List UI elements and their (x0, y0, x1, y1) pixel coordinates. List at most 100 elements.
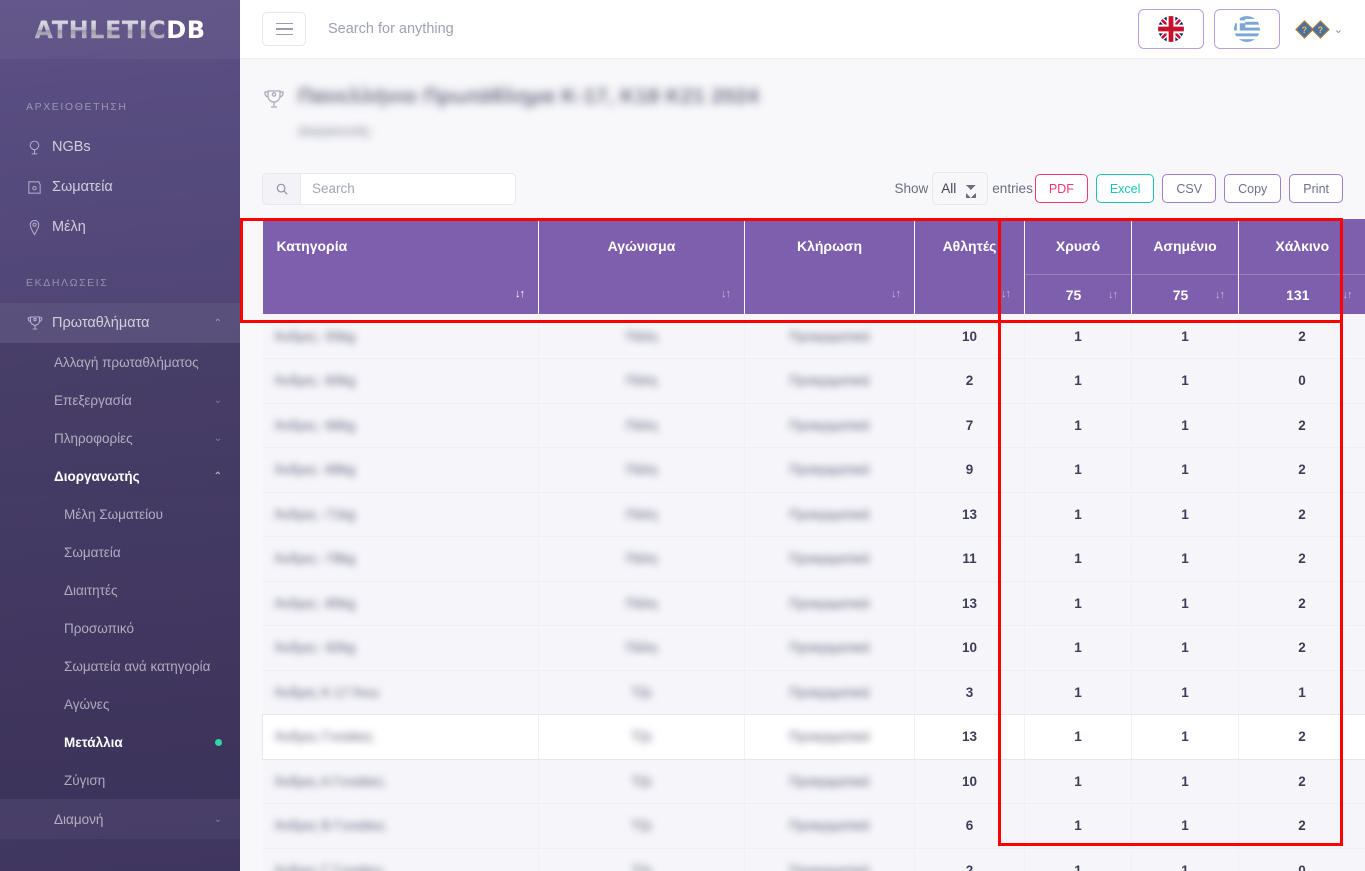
sidebar-item-epexergasia[interactable]: Επεξεργασία ⌄ (0, 381, 240, 419)
cell-agonisma-text: Τζο (631, 684, 652, 700)
sidebar-item-allagi-protathlimatos[interactable]: Αλλαγή πρωταθλήματος (0, 343, 240, 381)
cell-asimenio: 1 (1131, 848, 1239, 871)
sidebar-item-meli-somateiou[interactable]: Μέλη Σωματείου (0, 495, 240, 533)
app-root: ATHLETICDB ΑΡΧΕΙΟΘΕΤΗΣΗ NGBs Σωματεία Μέ… (0, 0, 1365, 871)
sidebar-item-plirofories[interactable]: Πληροφορίες ⌄ (0, 419, 240, 457)
col-total-value: 131 (1286, 286, 1310, 303)
global-search-input[interactable] (328, 21, 1128, 37)
sidebar-item-somateia-ana-katigoria[interactable]: Σωματεία ανά κατηγορία (0, 647, 240, 685)
table-row[interactable]: Άνδρες -92kg Πάλη Προκριματικά 10 1 1 2 (262, 625, 1365, 671)
table-row[interactable]: Άνδρες -78kg Πάλη Προκριματικά 11 1 1 2 (262, 536, 1365, 582)
cell-klirosi: Προκριματικά (744, 670, 915, 715)
table-header-row: Κατηγορία ↓↑ Αγώνισμα ↓↑ Κλήρωση ↓↑ Αθλη… (262, 219, 1365, 314)
cell-agonisma-text: Τζο (631, 862, 652, 871)
col-header-klirosi[interactable]: Κλήρωση ↓↑ (744, 219, 915, 314)
cell-klirosi-text: Προκριματικά (789, 595, 870, 611)
table-search-input[interactable] (300, 172, 516, 205)
cell-chryso: 1 (1024, 403, 1132, 448)
sidebar-item-protathlimata[interactable]: Πρωταθλήματα ⌃ (0, 303, 240, 343)
cell-klirosi-text: Προκριματικά (789, 773, 870, 789)
cell-kategoria: Άνδρες Α Γυναίκες (262, 759, 539, 804)
sidebar-item-somateia[interactable]: Σωματεία (0, 167, 240, 207)
col-header-asimenio[interactable]: Ασημένιο 75 ↓↑ (1131, 219, 1239, 314)
sort-icon[interactable]: ↓↑ (1001, 288, 1011, 300)
sidebar-item-metallia[interactable]: Μετάλλια (0, 723, 240, 761)
language-button-el[interactable] (1213, 9, 1280, 49)
user-menu[interactable]: ? ? ⌄ (1295, 19, 1343, 39)
language-button-en[interactable] (1137, 9, 1204, 49)
cell-klirosi: Προκριματικά (744, 848, 915, 871)
col-total-chalkino: 131 ↓↑ (1239, 274, 1365, 314)
toolbar-right: Show All entries PDF Excel CSV Copy Prin… (895, 172, 1343, 205)
col-header-chryso[interactable]: Χρυσό 75 ↓↑ (1024, 219, 1132, 314)
table-row[interactable]: Άνδρες -85kg Πάλη Προκριματικά 13 1 1 2 (262, 581, 1365, 626)
copy-button[interactable]: Copy (1224, 174, 1282, 203)
col-total-athlites: ↓↑ (915, 274, 1024, 314)
cell-klirosi: Προκριματικά (744, 536, 915, 582)
export-pdf-button[interactable]: PDF (1034, 174, 1088, 203)
section-label-archive: ΑΡΧΕΙΟΘΕΤΗΣΗ (26, 101, 128, 113)
table-row[interactable]: Άνδρες Κ-17 Άνω Τζο Προκριματικά 3 1 1 1 (262, 670, 1365, 715)
sort-icon[interactable]: ↓↑ (1343, 289, 1353, 301)
table-row[interactable]: Άνδρες -55kg Πάλη Προκριματικά 10 1 1 2 (262, 314, 1365, 359)
sidebar-label-metallia: Μετάλλια (64, 734, 123, 750)
cell-agonisma: Πάλη (538, 314, 745, 359)
col-header-agonisma[interactable]: Αγώνισμα ↓↑ (538, 219, 745, 314)
table-row[interactable]: Άνδρες -66kg Πάλη Προκριματικά 7 1 1 2 (262, 403, 1365, 448)
championships-submenu: Αλλαγή πρωταθλήματος Επεξεργασία ⌄ Πληρο… (0, 343, 240, 495)
table-row[interactable]: Άνδρες Β Γυναίκες Τζο Προκριματικά 6 1 1 2 (262, 803, 1365, 849)
sort-icon[interactable]: ↓↑ (1215, 289, 1225, 301)
cell-athlites: 10 (914, 759, 1025, 804)
col-header-kategoria[interactable]: Κατηγορία ↓↑ (262, 219, 539, 314)
cell-klirosi-text: Προκριματικά (789, 862, 870, 871)
sidebar-label-ngbs: NGBs (52, 139, 91, 155)
chevron-down-icon: ⌄ (213, 394, 222, 406)
sidebar-label-diorganotis: Διοργανωτής (54, 468, 140, 484)
cell-athlites: 2 (914, 848, 1025, 871)
sidebar-label-diaitites: Διαιτητές (64, 582, 118, 598)
hamburger-icon[interactable] (262, 12, 306, 46)
table-row[interactable]: Άνδρες Γυναίκες Τζο Προκριματικά 13 1 1 2 (261, 713, 1365, 760)
sort-icon[interactable]: ↓↑ (1108, 289, 1118, 301)
cell-agonisma-text: Τζο (631, 773, 652, 789)
sidebar-label-meli-somateiou: Μέλη Σωματείου (64, 506, 163, 522)
sort-icon[interactable]: ↓↑ (891, 288, 901, 300)
person-pin-icon (26, 219, 52, 236)
cell-agonisma: Πάλη (538, 492, 745, 537)
sort-icon[interactable]: ↓↑ (515, 288, 525, 300)
cell-agonisma: Πάλη (538, 447, 745, 493)
sidebar-item-somateia-2[interactable]: Σωματεία (0, 533, 240, 571)
sidebar-item-prosopiko[interactable]: Προσωπικό (0, 609, 240, 647)
table-row[interactable]: Άνδρες -60kg Πάλη Προκριματικά 2 1 1 0 (262, 358, 1365, 404)
sidebar-item-diorganotis[interactable]: Διοργανωτής ⌃ (0, 457, 240, 495)
cell-klirosi: Προκριματικά (744, 358, 915, 404)
cell-agonisma-text: Πάλη (625, 595, 658, 611)
export-excel-button[interactable]: Excel (1095, 174, 1155, 203)
table-row[interactable]: Άνδρες -71kg Πάλη Προκριματικά 13 1 1 2 (262, 492, 1365, 537)
table-row[interactable]: Άνδρες Α Γυναίκες Τζο Προκριματικά 10 1 1 2 (262, 759, 1365, 804)
print-button[interactable]: Print (1289, 174, 1343, 203)
cell-klirosi-text: Προκριματικά (789, 684, 870, 700)
table-row[interactable]: Άνδρες -68kg Πάλη Προκριματικά 9 1 1 2 (262, 447, 1365, 493)
cell-agonisma-text: Πάλη (625, 328, 658, 344)
sidebar-item-zygisi[interactable]: Ζύγιση (0, 761, 240, 799)
sidebar-item-meli[interactable]: Μέλη (0, 207, 240, 247)
sidebar-item-diaititеs[interactable]: Διαιτητές (0, 571, 240, 609)
brand-logo[interactable]: ATHLETICDB (0, 0, 240, 59)
cell-agonisma-text: Πάλη (625, 640, 658, 656)
col-header-athlites[interactable]: Αθλητές ↓↑ (914, 219, 1025, 314)
cell-agonisma-text: Πάλη (625, 551, 658, 567)
sidebar-item-diamoni[interactable]: Διαμονή ⌄ (0, 799, 240, 839)
table-row[interactable]: Άνδρες Γ Γυναίκες Τζο Προκριματικά 2 1 1 0 (262, 848, 1365, 871)
export-csv-button[interactable]: CSV (1162, 174, 1217, 203)
cell-agonisma: Πάλη (538, 358, 745, 404)
col-header-chalkino[interactable]: Χάλκινο 131 ↓↑ (1238, 219, 1365, 314)
sidebar-item-agones[interactable]: Αγώνες (0, 685, 240, 723)
entries-per-page-select[interactable]: All (932, 172, 989, 205)
sort-icon[interactable]: ↓↑ (721, 288, 731, 300)
cell-asimenio: 1 (1131, 714, 1239, 760)
sidebar-item-ngbs[interactable]: NGBs (0, 127, 240, 167)
brand-athletic: ATHLETIC (34, 15, 167, 44)
sidebar-label-allagi: Αλλαγή πρωταθλήματος (54, 354, 199, 370)
unknown-glyph-icon-2: ? (1311, 19, 1330, 39)
